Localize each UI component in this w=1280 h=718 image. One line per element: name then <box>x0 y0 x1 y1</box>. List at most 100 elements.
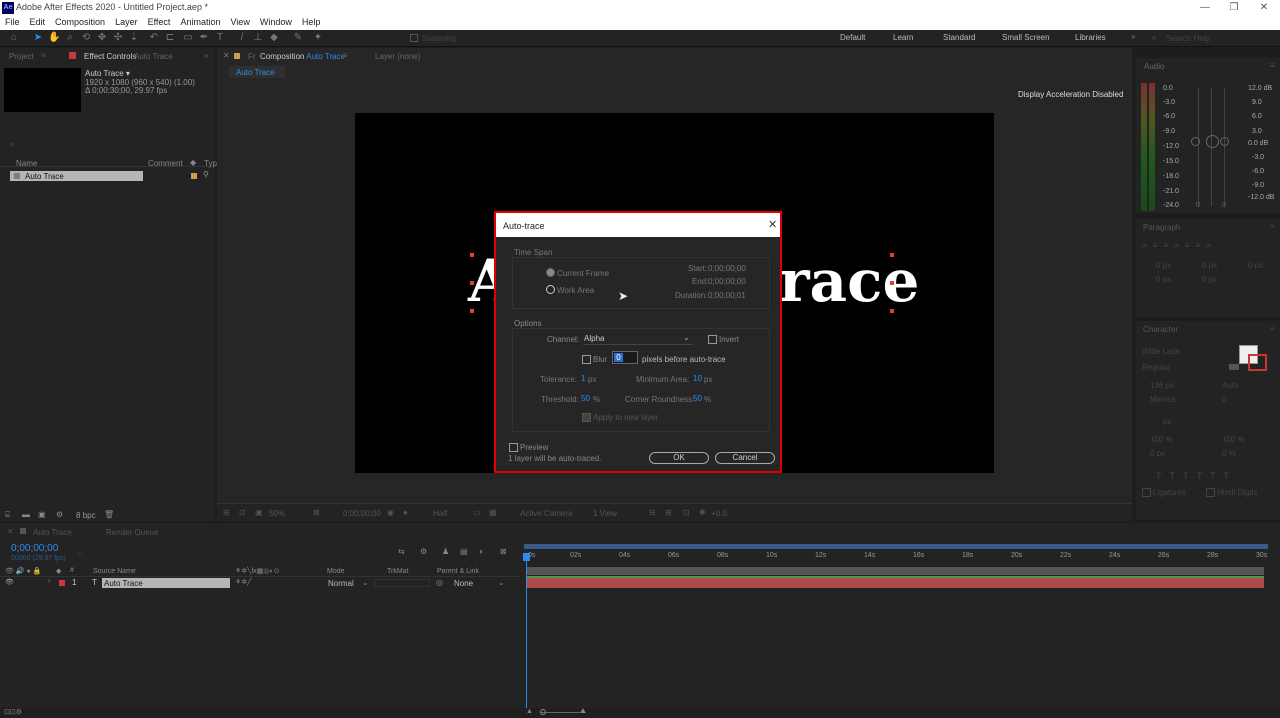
resolution-icon[interactable]: ⊠ <box>313 508 320 517</box>
tracking-field[interactable]: 0 <box>1222 395 1226 404</box>
bounding-box-handle[interactable] <box>470 253 474 257</box>
hand-tool-icon[interactable]: ✋ <box>48 32 60 44</box>
layer-row[interactable]: 👁 › 1 T Auto Trace ⚘✲╱ Normal ⌄ ◎ None ⌄ <box>0 578 520 588</box>
column-name[interactable]: Name <box>16 159 37 168</box>
threshold-value[interactable]: 50 <box>581 394 590 403</box>
toggle-view-icon[interactable]: ▣ <box>255 508 263 517</box>
tab-footage[interactable]: Fr <box>248 52 256 61</box>
zoom-out-icon[interactable]: ▲ <box>526 708 533 715</box>
always-preview-icon[interactable]: ⊞ <box>223 508 230 517</box>
stroke-width-field[interactable]: - px <box>1158 417 1171 426</box>
audio-fader-knob[interactable] <box>1220 137 1229 146</box>
menu-composition[interactable]: Composition <box>50 16 110 29</box>
search-help-input[interactable]: Search Help <box>1166 34 1266 43</box>
channel-dropdown[interactable]: Alpha ⌄ <box>583 332 693 345</box>
ligatures-checkbox[interactable] <box>1142 488 1151 497</box>
no-fill-swatch[interactable] <box>1229 364 1239 370</box>
menu-effect[interactable]: Effect <box>143 16 176 29</box>
camera-tool-icon[interactable]: ✥ <box>96 32 108 44</box>
close-tab-icon[interactable]: ✕ <box>223 51 230 60</box>
pickwhip-icon[interactable]: ◎ <box>436 578 443 587</box>
trash-icon[interactable]: 🗑 <box>104 510 114 519</box>
leading-field[interactable]: Auto <box>1222 381 1238 390</box>
shy-layers-icon[interactable]: ♟ <box>442 547 449 556</box>
work-area-bar[interactable] <box>526 567 1264 575</box>
frame-blending-icon[interactable]: ▤ <box>460 547 468 556</box>
font-style-dropdown[interactable]: Regular <box>1142 363 1170 372</box>
blur-checkbox[interactable] <box>582 355 591 364</box>
corner-roundness-value[interactable]: 50 <box>693 394 702 403</box>
draft-3d-icon[interactable]: ⚙ <box>420 547 427 556</box>
layer-duration-bar[interactable] <box>526 578 1264 588</box>
home-icon[interactable]: ⌂ <box>8 32 20 44</box>
current-frame-radio[interactable] <box>546 268 555 277</box>
pan-behind-tool-icon[interactable]: ✣ <box>112 32 124 44</box>
column-parent-link[interactable]: Parent & Link <box>437 568 479 575</box>
layer-mode-dropdown[interactable]: Normal <box>328 579 354 588</box>
bounding-box-handle[interactable] <box>470 309 474 313</box>
resolution-dropdown[interactable]: Half <box>433 509 447 518</box>
space-after-field[interactable]: 0 px <box>1202 275 1217 284</box>
comp-panel-menu-icon[interactable]: ≡ <box>343 51 348 60</box>
snapping-checkbox[interactable] <box>410 34 418 42</box>
type-tool-icon[interactable]: T <box>214 32 226 44</box>
snapshot-camera-icon[interactable]: ◉ <box>387 508 394 517</box>
undo-arrow-icon[interactable]: ↶ <box>148 32 160 44</box>
layer-switches-toggle-icons[interactable]: ⊡⊡⚙ <box>4 708 22 716</box>
new-comp-icon[interactable]: ▣ <box>38 510 46 519</box>
column-trkmat[interactable]: TrkMat <box>387 568 409 575</box>
audio-panel-menu-icon[interactable]: ≡ <box>1270 61 1275 70</box>
maximize-button[interactable]: ❐ <box>1219 0 1249 16</box>
column-source-name[interactable]: Source Name <box>93 568 136 575</box>
space-before-field[interactable]: 0 px <box>1156 275 1171 284</box>
panel-menu-icon[interactable]: ≡ <box>41 51 46 60</box>
current-time-display[interactable]: 0;00;00;00 <box>343 509 381 518</box>
zoom-in-icon[interactable]: ⛰ <box>580 708 586 716</box>
menu-window[interactable]: Window <box>255 16 297 29</box>
hindi-digits-checkbox[interactable] <box>1206 488 1215 497</box>
work-area-radio[interactable] <box>546 285 555 294</box>
layer-name-field[interactable]: Auto Trace <box>102 578 230 588</box>
tolerance-value[interactable]: 1 <box>581 374 585 383</box>
horizontal-scale-field[interactable]: 100 % <box>1222 435 1245 444</box>
bounding-box-handle[interactable] <box>890 281 894 285</box>
apply-new-layer-checkbox[interactable] <box>582 413 591 422</box>
vertical-scale-field[interactable]: 100 % <box>1150 435 1173 444</box>
rectangle-tool-icon[interactable]: ▭ <box>182 32 194 44</box>
show-channel-icon[interactable]: ● <box>403 508 408 517</box>
kerning-field[interactable]: Metrics <box>1150 395 1176 404</box>
project-item-name[interactable]: Auto Trace ▾ <box>85 69 130 78</box>
exposure-value[interactable]: +0.0 <box>711 509 727 518</box>
workspace-default[interactable]: Default <box>840 33 865 42</box>
3d-renderer-icon[interactable]: ⊡ <box>239 508 246 517</box>
menu-edit[interactable]: Edit <box>25 16 51 29</box>
interpret-footage-icon[interactable]: ⌸ <box>5 510 10 520</box>
alignment-buttons[interactable]: ≡≡≡≡≡≡≡ <box>1142 241 1276 251</box>
exposure-reset-icon[interactable]: ✺ <box>699 508 706 517</box>
breadcrumb[interactable]: Auto Trace <box>229 66 285 78</box>
indent-left-field[interactable]: 0 px <box>1156 261 1171 270</box>
bit-depth-button[interactable]: 8 bpc <box>76 511 96 520</box>
fast-previews-icon[interactable]: ⊞ <box>665 508 672 517</box>
puppet-pin-icon[interactable]: ✦ <box>312 32 324 44</box>
project-search-input[interactable] <box>22 138 210 150</box>
preview-checkbox[interactable] <box>509 443 518 452</box>
view-layout-dropdown[interactable]: 1 View <box>593 509 617 518</box>
bounding-box-handle[interactable] <box>890 253 894 257</box>
ok-button[interactable]: OK <box>649 452 709 464</box>
indent-first-field[interactable]: 0 px <box>1248 261 1263 270</box>
expand-panel-icon[interactable]: » <box>204 51 208 60</box>
tab-effect-controls[interactable]: Effect Controls <box>84 52 136 61</box>
tab-layer[interactable]: Layer (none) <box>375 52 420 61</box>
workspace-standard[interactable]: Standard <box>943 33 975 42</box>
rotate-tool-icon[interactable]: ⟲ <box>80 32 92 44</box>
visibility-eye-icon[interactable]: 👁 <box>5 578 14 586</box>
cancel-button[interactable]: Cancel <box>715 452 775 464</box>
baseline-shift-field[interactable]: 0 px <box>1150 449 1165 458</box>
stroke-color-swatch[interactable] <box>1248 354 1267 371</box>
timeline-close-icon[interactable]: ✕ <box>7 527 14 536</box>
audio-fader-knob[interactable] <box>1191 137 1200 146</box>
menu-view[interactable]: View <box>225 16 254 29</box>
brush-tool-icon[interactable]: / <box>236 32 248 44</box>
invert-checkbox[interactable] <box>708 335 717 344</box>
